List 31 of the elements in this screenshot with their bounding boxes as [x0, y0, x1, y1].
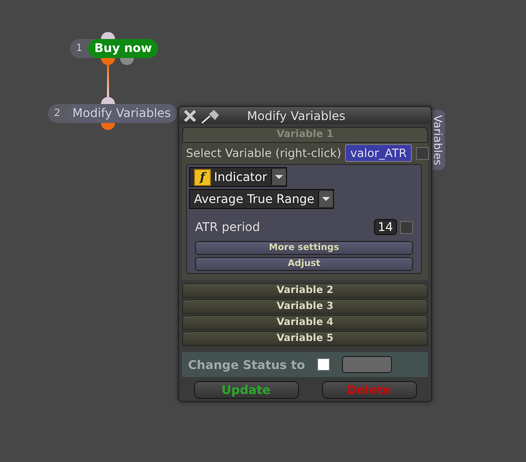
- node-label[interactable]: Modify Variables: [66, 104, 177, 123]
- section-header[interactable]: Variable 2: [182, 283, 428, 298]
- checkbox[interactable]: [316, 358, 330, 371]
- status-label: Change Status to: [188, 358, 305, 372]
- node-label[interactable]: Buy now: [88, 39, 158, 58]
- settings-button[interactable]: Adjust: [195, 257, 413, 271]
- caret-icon: [318, 191, 334, 207]
- variable-name-field[interactable]: valor_ATR: [345, 144, 412, 162]
- checkbox[interactable]: [400, 220, 413, 234]
- output-pin[interactable]: [101, 123, 115, 130]
- output-pin[interactable]: [101, 58, 115, 65]
- output-pin[interactable]: [120, 58, 134, 65]
- section-header[interactable]: Variable 3: [182, 299, 428, 314]
- section-header[interactable]: Variable 4: [182, 315, 428, 330]
- function-icon: f: [194, 168, 211, 186]
- input-pin[interactable]: [101, 32, 115, 39]
- select-variable-label: Select Variable (right-click): [186, 146, 342, 160]
- connector-line: [107, 65, 109, 97]
- param-label: ATR period: [195, 220, 261, 234]
- close-icon[interactable]: [183, 108, 197, 122]
- caret-icon: [271, 169, 286, 185]
- dialog-title: Modify Variables: [247, 108, 346, 122]
- type-dropdown[interactable]: f Indicator: [189, 167, 288, 187]
- param-field[interactable]: 14: [374, 219, 397, 235]
- input-pin[interactable]: [101, 97, 115, 104]
- settings-button[interactable]: More settings: [195, 241, 413, 255]
- checkbox[interactable]: [416, 146, 429, 160]
- section-header[interactable]: Variable 5: [182, 331, 428, 346]
- indicator-dropdown[interactable]: Average True Range: [189, 189, 334, 209]
- status-field[interactable]: [342, 356, 392, 373]
- update-button[interactable]: Update: [194, 381, 298, 399]
